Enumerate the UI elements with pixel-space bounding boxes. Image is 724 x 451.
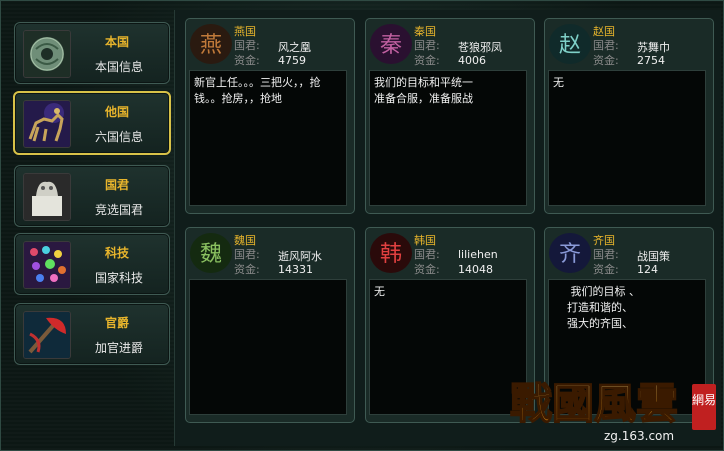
nav-subtitle: 六国信息: [95, 130, 144, 144]
state-notice: [189, 279, 347, 415]
nav-subtitle: 本国信息: [95, 60, 144, 74]
funds-label: 资金:: [234, 263, 260, 276]
ruler-value: 战国策: [637, 250, 670, 263]
jade-disc-icon: [23, 30, 71, 78]
funds-value: 14331: [278, 263, 313, 276]
yan-emblem-icon: 燕: [190, 24, 232, 64]
svg-text:韩: 韩: [380, 242, 402, 267]
nav-subtitle: 国家科技: [95, 271, 144, 285]
ruler-label: 国君:: [593, 248, 619, 261]
svg-text:魏: 魏: [200, 242, 222, 267]
state-notice: 新官上任。。。三把火，，抢 钱。。抢房，，抢地: [189, 70, 347, 206]
state-notice: 无: [369, 279, 527, 415]
funds-value: 124: [637, 263, 658, 276]
qi-emblem-icon: 齐: [549, 233, 591, 273]
axe-icon: [23, 311, 71, 359]
sidebar: 本国 本国信息 他国 六国信息 国君 竞选国君 科技 国家科技 官爵 加官进爵: [4, 10, 172, 446]
svg-text:戰國風雲: 戰國風雲: [510, 379, 678, 428]
nav-item-monarch[interactable]: 国君 竞选国君: [14, 165, 170, 227]
state-card-zhao: 赵 赵国 国君: 资金: 苏舞巾 2754 无: [544, 18, 714, 214]
nav-title: 科技: [105, 246, 130, 260]
nav-item-rank[interactable]: 官爵 加官进爵: [14, 303, 170, 365]
han-emblem-icon: 韩: [370, 233, 412, 273]
nav-item-technology[interactable]: 科技 国家科技: [14, 233, 170, 295]
ruler-label: 国君:: [414, 39, 440, 52]
funds-value: 2754: [637, 54, 665, 67]
wei-emblem-icon: 魏: [190, 233, 232, 273]
nav-title: 官爵: [105, 316, 130, 330]
funds-value: 14048: [458, 263, 493, 276]
qin-emblem-icon: 秦: [370, 24, 412, 64]
seal-icon: [23, 173, 71, 221]
svg-text:zg.163.com: zg.163.com: [604, 429, 674, 443]
funds-label: 资金:: [234, 54, 260, 67]
ruler-value: 逝风阿水: [278, 250, 322, 263]
gems-icon: [23, 241, 71, 289]
funds-label: 资金:: [414, 263, 440, 276]
ruler-value: 苍狼邪凤: [458, 41, 502, 54]
state-card-qin: 秦 秦国 国君: 资金: 苍狼邪凤 4006 我们的目标和平统一 准备合服，准备…: [365, 18, 535, 214]
nav-subtitle: 加官进爵: [95, 341, 144, 355]
state-card-wei: 魏 魏国 国君: 资金: 逝风阿水 14331: [185, 227, 355, 423]
ruler-label: 国君:: [234, 248, 260, 261]
state-notice: 无: [548, 70, 706, 206]
svg-text:網易: 網易: [692, 393, 716, 407]
nav-title: 他国: [105, 105, 130, 119]
nav-item-other-countries[interactable]: 他国 六国信息: [13, 91, 171, 155]
svg-text:燕: 燕: [200, 33, 222, 58]
svg-text:齐: 齐: [559, 242, 581, 267]
ruler-value: liliehen: [458, 248, 498, 261]
svg-text:赵: 赵: [559, 33, 581, 58]
nav-subtitle: 竞选国君: [95, 203, 144, 217]
nav-title: 本国: [105, 35, 130, 49]
ruler-value: 苏舞巾: [637, 41, 670, 54]
funds-value: 4759: [278, 54, 306, 67]
horse-rider-icon: [23, 100, 71, 148]
funds-label: 资金:: [593, 263, 619, 276]
nav-item-home-country[interactable]: 本国 本国信息: [14, 22, 170, 84]
svg-text:秦: 秦: [380, 33, 402, 58]
game-logo: 戰國風雲 zg.163.com 網易: [506, 372, 721, 447]
nav-title: 国君: [105, 178, 130, 192]
zhao-emblem-icon: 赵: [549, 24, 591, 64]
funds-label: 资金:: [414, 54, 440, 67]
state-notice: 我们的目标和平统一 准备合服，准备服战: [369, 70, 527, 206]
funds-value: 4006: [458, 54, 486, 67]
ruler-label: 国君:: [234, 39, 260, 52]
state-card-yan: 燕 燕国 国君: 资金: 风之凰 4759 新官上任。。。三把火，，抢 钱。。抢…: [185, 18, 355, 214]
ruler-label: 国君:: [593, 39, 619, 52]
ruler-value: 风之凰: [278, 41, 311, 54]
funds-label: 资金:: [593, 54, 619, 67]
ruler-label: 国君:: [414, 248, 440, 261]
